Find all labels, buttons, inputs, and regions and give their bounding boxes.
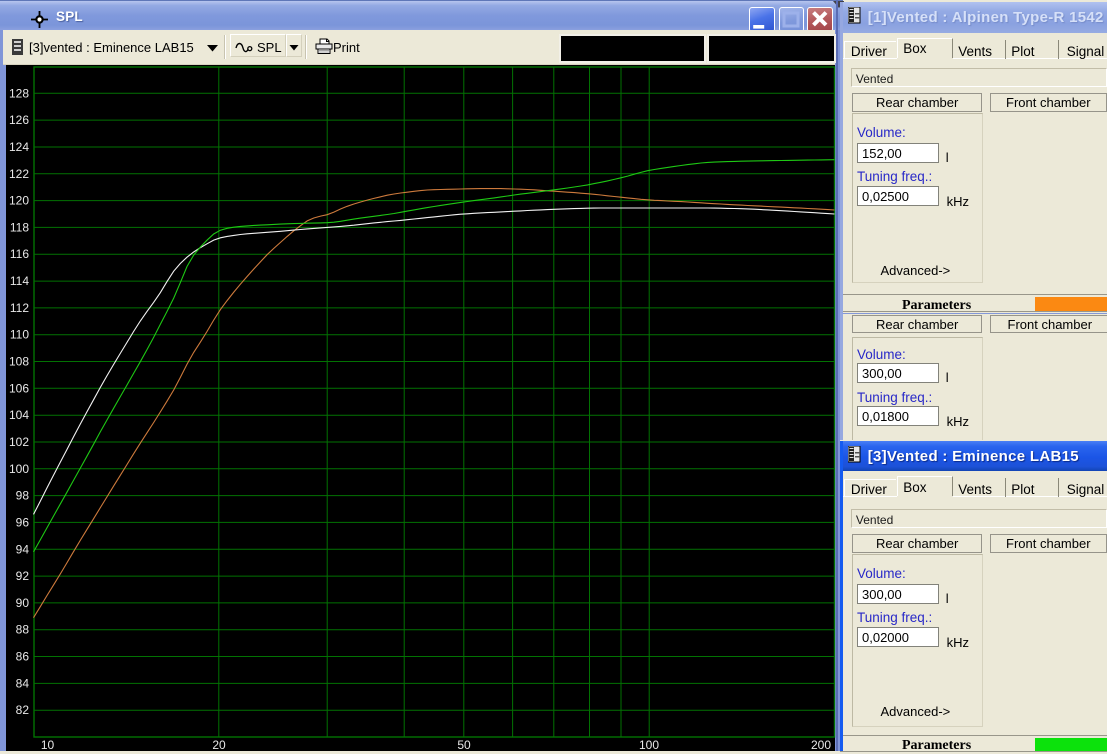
svg-text:96: 96 [15, 515, 29, 529]
svg-text:100: 100 [638, 738, 658, 751]
svg-text:124: 124 [8, 140, 28, 154]
svg-text:200: 200 [810, 738, 830, 751]
svg-text:116: 116 [9, 247, 28, 261]
svg-text:128: 128 [8, 86, 28, 100]
svg-text:82: 82 [15, 703, 29, 717]
svg-text:20: 20 [212, 738, 226, 751]
svg-text:10: 10 [40, 738, 54, 751]
svg-text:126: 126 [8, 113, 28, 127]
svg-text:86: 86 [15, 650, 29, 664]
svg-text:122: 122 [8, 167, 28, 181]
svg-text:98: 98 [15, 489, 29, 503]
svg-text:100: 100 [8, 462, 28, 476]
svg-text:84: 84 [15, 676, 29, 690]
svg-text:50: 50 [457, 738, 471, 751]
svg-text:114: 114 [9, 274, 28, 288]
svg-text:102: 102 [8, 435, 28, 449]
svg-text:110: 110 [9, 328, 28, 342]
svg-text:112: 112 [9, 301, 28, 315]
svg-text:106: 106 [8, 381, 28, 395]
svg-text:90: 90 [15, 596, 29, 610]
svg-text:108: 108 [8, 355, 28, 369]
svg-text:92: 92 [15, 569, 29, 583]
svg-text:120: 120 [8, 194, 28, 208]
svg-text:104: 104 [8, 408, 28, 422]
svg-text:88: 88 [15, 623, 29, 637]
svg-text:94: 94 [15, 542, 29, 556]
svg-text:118: 118 [9, 220, 28, 234]
